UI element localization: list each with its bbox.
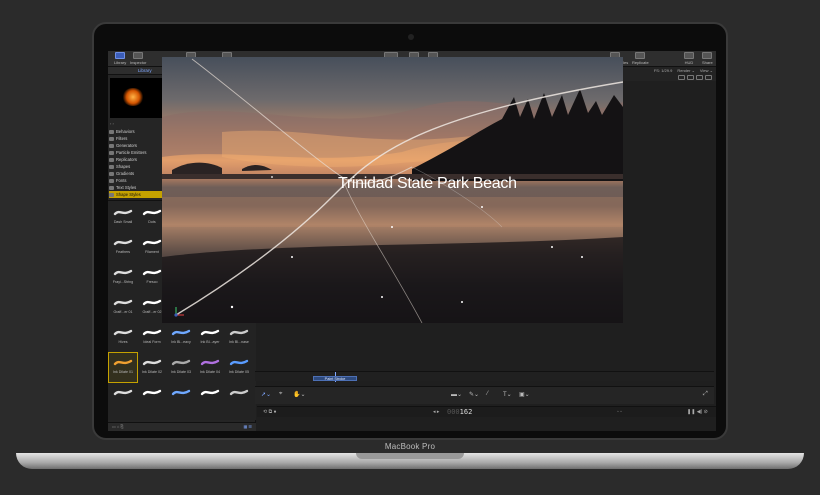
category-icon xyxy=(109,129,114,134)
marker-icon[interactable]: ◦ ◦ xyxy=(617,409,622,415)
stroke-preview-icon xyxy=(113,359,133,366)
replicate-button[interactable]: Replicate xyxy=(632,52,649,65)
camera-dot xyxy=(408,34,414,40)
library-icon xyxy=(115,52,126,59)
view-menu[interactable]: View ⌄ xyxy=(700,68,713,73)
grid-view-icon[interactable]: ▦ ☰ xyxy=(244,424,252,429)
timecode: 000162 xyxy=(447,408,473,416)
inspector-button[interactable]: Inspector xyxy=(130,52,146,65)
style-swatch[interactable]: Ink Dilate 02 xyxy=(138,353,166,382)
category-icon xyxy=(109,157,114,162)
brand-label: MacBook Pro xyxy=(384,442,436,451)
laptop-notch xyxy=(356,453,464,459)
stroke-preview-icon xyxy=(200,359,220,366)
camera-icon[interactable] xyxy=(678,75,685,80)
style-swatch[interactable]: Ink Bl...nase xyxy=(225,323,253,352)
loop-icon[interactable]: ⟲ ⧉ ● xyxy=(263,409,277,415)
inspector-icon xyxy=(133,52,144,59)
stroke-preview-icon xyxy=(142,329,162,336)
style-swatch[interactable]: Ink Bl...ayer xyxy=(196,323,224,352)
category-icon xyxy=(109,150,114,155)
pan-icon[interactable] xyxy=(687,75,694,80)
stroke-preview-icon xyxy=(142,239,162,246)
stroke-preview-icon xyxy=(171,359,191,366)
style-swatch[interactable] xyxy=(196,383,224,412)
style-swatch[interactable]: Frayi...String xyxy=(109,263,137,292)
back-forward-icon[interactable]: ‹ › xyxy=(110,121,114,127)
style-swatch[interactable] xyxy=(109,383,137,412)
transport-bar: ⟲ ⧉ ● ◂ ▸ 000162 ◦ ◦ ❚❚ ◀) ⊘ xyxy=(257,406,716,417)
style-swatch[interactable]: Ink Dilate 04 xyxy=(196,353,224,382)
preview-thumbnail xyxy=(110,78,162,118)
stroke-preview-icon xyxy=(113,239,133,246)
style-swatch[interactable]: Ideal Form xyxy=(138,323,166,352)
style-swatch[interactable]: Graff...er 01 xyxy=(109,293,137,322)
style-swatch[interactable]: Dash Small xyxy=(109,203,137,232)
stroke-preview-icon xyxy=(113,209,133,216)
stroke-preview-icon xyxy=(113,269,133,276)
style-swatch[interactable]: Feathers xyxy=(109,233,137,262)
stroke-preview-icon xyxy=(142,299,162,306)
audio-icon[interactable]: ❚❚ ◀) ⊘ xyxy=(687,409,708,415)
laptop-base: MacBook Pro xyxy=(16,440,804,474)
category-icon xyxy=(109,143,114,148)
stroke-preview-icon xyxy=(229,359,249,366)
fps-readout: FS: 1/29.9 xyxy=(653,68,673,73)
canvas-viewer[interactable]: Trinidad State Park Beach xyxy=(162,57,623,323)
stroke-preview-icon xyxy=(200,329,220,336)
style-swatch[interactable]: Hives xyxy=(109,323,137,352)
stroke-preview-icon xyxy=(229,389,249,396)
stroke-preview-icon xyxy=(142,389,162,396)
style-swatch[interactable] xyxy=(167,383,195,412)
stroke-preview-icon xyxy=(200,389,220,396)
replicate-icon xyxy=(635,52,646,59)
panel-footer: ▭ ⌂ ⎘ ▦ ☰ xyxy=(108,422,256,431)
stroke-preview-icon xyxy=(113,389,133,396)
share-button[interactable]: Share xyxy=(702,52,713,65)
style-swatch[interactable]: Ink Dilate 01 xyxy=(108,352,138,383)
stroke-preview-icon xyxy=(142,209,162,216)
category-icon xyxy=(109,136,114,141)
canvas-status: FS: 1/29.9 Render ⌄ View ⌄ xyxy=(654,68,713,73)
style-swatch[interactable]: Ink Dilate 05 xyxy=(225,353,253,382)
category-icon xyxy=(109,185,114,190)
share-icon xyxy=(702,52,713,59)
dolly-icon[interactable] xyxy=(705,75,712,80)
stroke-preview-icon xyxy=(142,359,162,366)
hud-icon xyxy=(684,52,694,59)
style-swatch[interactable] xyxy=(225,383,253,412)
render-menu[interactable]: Render ⌄ xyxy=(677,68,695,73)
stroke-preview-icon xyxy=(171,389,191,396)
category-icon xyxy=(109,164,114,169)
category-icon xyxy=(109,192,114,197)
category-icon xyxy=(109,178,114,183)
style-swatch[interactable] xyxy=(138,383,166,412)
stroke-preview-icon xyxy=(171,329,191,336)
stroke-preview-icon xyxy=(142,269,162,276)
category-icon xyxy=(109,171,114,176)
orbit-icon[interactable] xyxy=(696,75,703,80)
stroke-preview-icon xyxy=(113,299,133,306)
hud-button[interactable]: HUD xyxy=(684,52,694,65)
canvas-title-text[interactable]: Trinidad State Park Beach xyxy=(338,175,517,193)
stroke-preview-icon xyxy=(229,329,249,336)
play-controls[interactable]: ◂ ▸ xyxy=(433,409,439,415)
style-swatch[interactable]: Ink Dilate 03 xyxy=(167,353,195,382)
view-layout-icons xyxy=(678,75,712,80)
style-swatch[interactable]: Ink Bl...eavy xyxy=(167,323,195,352)
library-button[interactable]: Library xyxy=(114,52,126,65)
stroke-preview-icon xyxy=(113,329,133,336)
folder-icon[interactable]: ▭ ⌂ ⎘ xyxy=(112,424,124,429)
